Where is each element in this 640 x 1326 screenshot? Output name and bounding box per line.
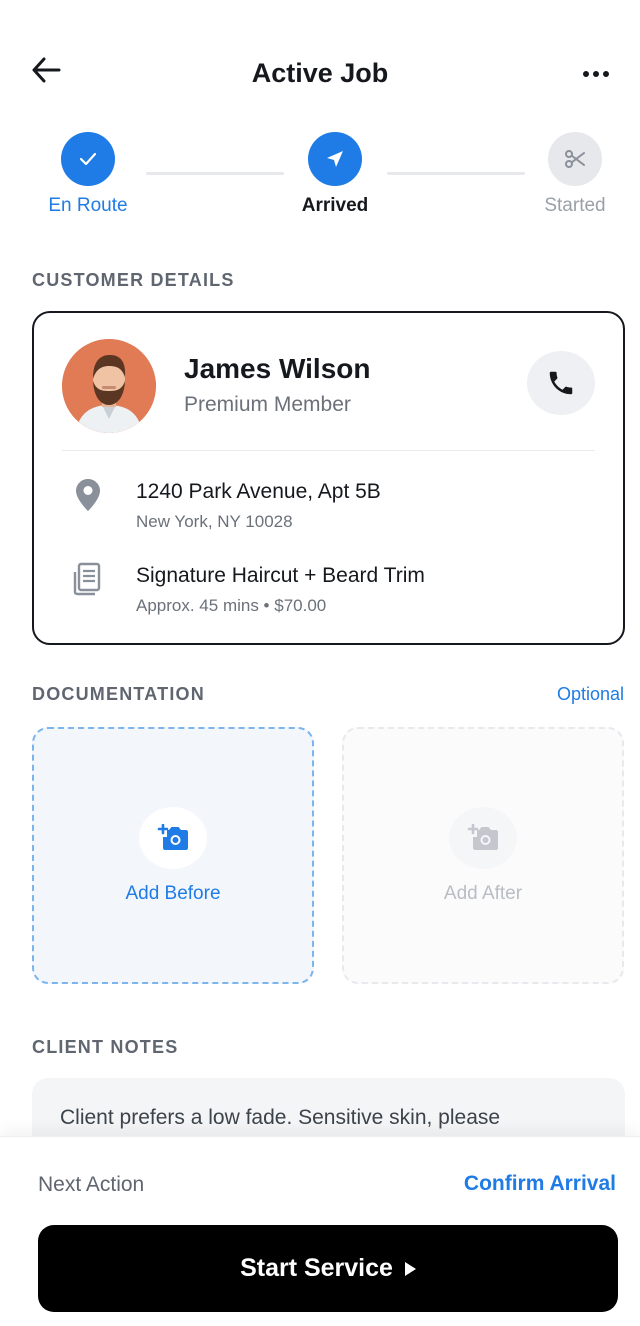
- step-label-en-route: En Route: [48, 195, 128, 216]
- start-service-label: Start Service: [240, 1254, 393, 1282]
- location-pin-icon: [72, 477, 104, 513]
- camera-circle: [449, 806, 517, 869]
- add-after-label: Add After: [443, 882, 523, 904]
- phone-icon: [549, 371, 573, 395]
- step-en-route: [61, 132, 115, 186]
- navigation-arrow-icon: [327, 151, 343, 167]
- scissors-icon: [565, 150, 585, 168]
- documentation-label: DOCUMENTATION: [32, 684, 205, 704]
- customer-card: James Wilson Premium Member 1240 Park Av…: [32, 311, 625, 645]
- page-title: Active Job: [251, 58, 389, 88]
- client-notes-label: CLIENT NOTES: [32, 1037, 179, 1057]
- client-notes-text: Client prefers a low fade. Sensitive ski…: [60, 1106, 501, 1129]
- start-service-button[interactable]: Start Service: [38, 1225, 618, 1312]
- receipt-icon: [72, 561, 104, 597]
- bottom-action-bar: Next Action Confirm Arrival Start Servic…: [0, 1136, 640, 1326]
- card-divider: [62, 450, 595, 451]
- service-name: Signature Haircut + Beard Trim: [136, 564, 425, 587]
- step-label-arrived: Arrived: [301, 195, 369, 216]
- confirm-arrival-link[interactable]: Confirm Arrival: [464, 1172, 616, 1196]
- customer-name: James Wilson: [184, 353, 371, 384]
- next-action-label: Next Action: [38, 1173, 145, 1196]
- address-line2: New York, NY 10028: [136, 512, 293, 531]
- service-meta: Approx. 45 mins • $70.00: [136, 596, 327, 615]
- check-icon: [79, 152, 97, 166]
- more-dots-icon: [583, 71, 589, 77]
- add-camera-icon: [467, 823, 498, 850]
- customer-tier: Premium Member: [184, 393, 351, 416]
- step-label-started: Started: [544, 195, 606, 216]
- add-camera-icon: [157, 823, 188, 850]
- step-arrived: [308, 132, 362, 186]
- play-icon: [404, 1261, 416, 1276]
- add-before-photo-button[interactable]: Add Before: [32, 727, 314, 984]
- header: Active Job: [0, 0, 640, 120]
- step-connector: [146, 172, 284, 175]
- avatar: [62, 339, 156, 433]
- customer-portrait-icon: [62, 339, 156, 433]
- more-options-button[interactable]: [574, 54, 618, 94]
- address-line1: 1240 Park Avenue, Apt 5B: [136, 480, 381, 503]
- call-customer-button[interactable]: [527, 351, 595, 415]
- add-before-label: Add Before: [125, 882, 221, 904]
- optional-label: Optional: [556, 684, 624, 704]
- step-connector: [387, 172, 525, 175]
- step-started: [548, 132, 602, 186]
- job-progress-stepper: En Route Arrived Started: [0, 130, 640, 230]
- camera-circle: [139, 806, 207, 869]
- add-after-photo-button[interactable]: Add After: [342, 727, 624, 984]
- customer-details-label: CUSTOMER DETAILS: [32, 270, 235, 290]
